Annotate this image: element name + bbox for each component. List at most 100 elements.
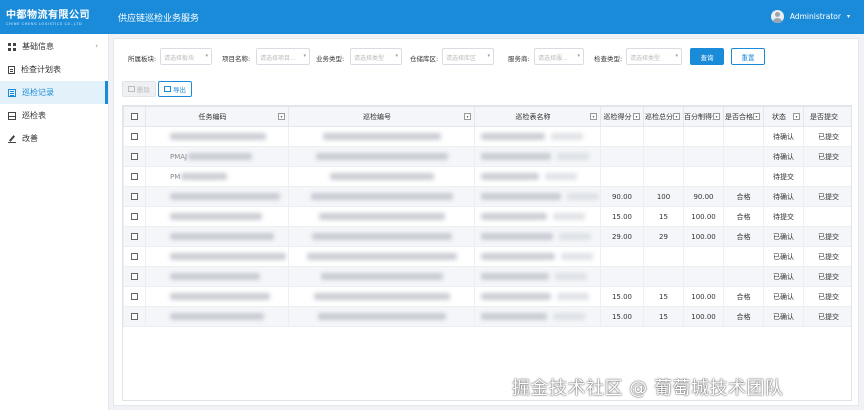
user-menu[interactable]: Administrator ▾ — [770, 10, 850, 23]
project-select[interactable]: 请选择项目... ▾ — [256, 48, 310, 65]
export-icon — [164, 86, 171, 92]
check-type-select[interactable]: 请选择类型 ▾ — [626, 48, 682, 65]
cell-pass: 合格 — [723, 286, 764, 307]
watermark: 掘金技术社区 @ 葡萄城技术团队 — [512, 378, 784, 399]
sidebar-item-inspection-sheets[interactable]: 巡检表 — [0, 104, 108, 127]
table-row[interactable]: 15.00 15 100.00 合格 已确认 已提交 — [123, 286, 851, 307]
row-checkbox[interactable] — [131, 253, 138, 260]
cell-pass — [723, 266, 764, 287]
column-menu-icon[interactable]: ▾ — [713, 113, 720, 120]
search-button[interactable]: 查询 — [690, 48, 724, 65]
cell-status: 待提交 — [763, 166, 804, 187]
table-row[interactable]: 已确认 已提交 — [123, 266, 851, 287]
table-row[interactable]: PMAJ 待确认 已提交 — [123, 146, 851, 167]
cell-pass — [723, 166, 764, 187]
column-menu-icon[interactable]: ▾ — [793, 113, 800, 120]
sidebar-item-inspection-plan[interactable]: 检查计划表 — [0, 58, 108, 81]
cell-score — [600, 166, 644, 187]
company-logo: 中都物流有限公司 CHINE CHENG LOGISTICS CO.,LTD — [6, 6, 106, 30]
cell-task-no — [145, 286, 289, 307]
table-row[interactable]: 90.00 100 90.00 合格 待确认 已提交 — [123, 186, 851, 207]
redacted-text — [313, 293, 450, 300]
table-row[interactable]: PM 待提交 — [123, 166, 851, 187]
cell-task-no: PM — [145, 166, 289, 187]
sector-select[interactable]: 请选择板块 ▾ — [160, 48, 212, 65]
redacted-text — [170, 273, 260, 280]
row-checkbox[interactable] — [131, 273, 138, 280]
column-menu-icon[interactable]: ▾ — [278, 113, 285, 120]
business-type-select[interactable]: 请选择类型 ▾ — [350, 48, 402, 65]
redacted-text — [567, 193, 599, 200]
redacted-text — [481, 213, 547, 220]
warehouse-area-select[interactable]: 请选择库区 ▾ — [442, 48, 494, 65]
redacted-text — [170, 293, 270, 300]
cell-pct: 100.00 — [683, 206, 724, 227]
export-button[interactable]: 导出 — [158, 81, 192, 97]
column-menu-icon[interactable]: ▾ — [753, 113, 760, 120]
cell-submitted: 已提交 — [803, 286, 851, 307]
redacted-text — [481, 133, 545, 140]
row-checkbox[interactable] — [131, 213, 138, 220]
sidebar-item-basic-info[interactable]: 基础信息 › — [0, 35, 108, 58]
table-row[interactable]: 已确认 已提交 — [123, 246, 851, 267]
chevron-down-icon: ▾ — [846, 13, 850, 20]
cell-status: 待确认 — [763, 146, 804, 167]
cell-score — [600, 126, 644, 147]
sidebar-item-improvement[interactable]: 改善 — [0, 127, 108, 150]
column-header-submitted: 是否提交 — [803, 106, 851, 127]
cell-total — [643, 126, 684, 147]
row-checkbox[interactable] — [131, 313, 138, 320]
row-select-cell — [123, 246, 146, 267]
warehouse-area-placeholder: 请选择库区 — [446, 55, 477, 62]
cell-pct — [683, 246, 724, 267]
column-menu-icon[interactable]: ▾ — [590, 113, 597, 120]
column-header-task-no: 任务编码 ▾ — [145, 106, 289, 127]
row-select-cell — [123, 146, 146, 167]
column-menu-icon[interactable]: ▾ — [633, 113, 640, 120]
reset-button[interactable]: 重置 — [731, 48, 765, 65]
redacted-text — [170, 313, 264, 320]
cell-status: 已确认 — [763, 246, 804, 267]
column-menu-icon[interactable]: ▾ — [464, 113, 471, 120]
provider-placeholder: 请选择服... — [538, 55, 568, 62]
table-row[interactable]: 29.00 29 100.00 合格 已确认 已提交 — [123, 226, 851, 247]
cell-pass: 合格 — [723, 186, 764, 207]
delete-icon — [128, 86, 135, 92]
delete-button[interactable]: 删除 — [122, 81, 156, 97]
row-checkbox[interactable] — [131, 233, 138, 240]
sidebar-item-inspection-records[interactable]: 巡检记录 — [0, 81, 108, 104]
chevron-down-icon: ▾ — [205, 53, 208, 59]
user-avatar-icon — [770, 10, 784, 23]
redacted-text — [170, 233, 274, 240]
cell-pct: 100.00 — [683, 226, 724, 247]
cell-sheet-name — [474, 206, 601, 227]
row-checkbox[interactable] — [131, 173, 138, 180]
table-row[interactable]: 15.00 15 100.00 合格 待提交 — [123, 206, 851, 227]
row-checkbox[interactable] — [131, 133, 138, 140]
cell-total: 29 — [643, 226, 684, 247]
table-row[interactable]: 15.00 15 100.00 合格 已确认 已提交 — [123, 306, 851, 327]
column-menu-icon[interactable]: ▾ — [673, 113, 680, 120]
cell-pass: 合格 — [723, 306, 764, 327]
cell-submitted: 已提交 — [803, 126, 851, 147]
select-all-checkbox[interactable] — [131, 113, 138, 120]
filter-label-sector: 所属板块: — [128, 55, 157, 63]
row-checkbox[interactable] — [131, 193, 138, 200]
row-checkbox[interactable] — [131, 293, 138, 300]
column-header-sheet-name: 巡检表名称 ▾ — [474, 106, 601, 127]
redacted-text — [481, 153, 551, 160]
select-all-cell — [123, 106, 146, 127]
sector-placeholder: 请选择板块 — [164, 55, 195, 62]
redacted-text — [170, 193, 280, 200]
cell-pass — [723, 246, 764, 267]
logo-chinese-name: 中都物流有限公司 — [6, 10, 90, 21]
cell-total: 15 — [643, 306, 684, 327]
cell-sheet-name — [474, 306, 601, 327]
table-row[interactable]: 待确认 已提交 — [123, 126, 851, 147]
cell-submitted — [803, 166, 851, 187]
cell-inspect-no — [288, 266, 475, 287]
row-checkbox[interactable] — [131, 153, 138, 160]
cell-pass — [723, 146, 764, 167]
provider-select[interactable]: 请选择服... ▾ — [534, 48, 584, 65]
cell-total: 15 — [643, 286, 684, 307]
